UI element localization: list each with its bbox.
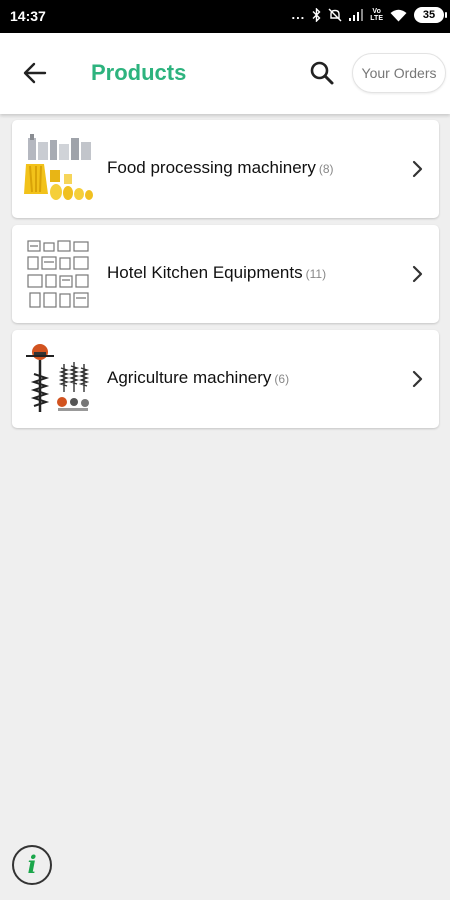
category-count: (8) xyxy=(318,162,334,176)
chevron-right-icon xyxy=(412,160,423,178)
food-machinery-thumbnail xyxy=(24,134,93,200)
category-card-food-processing[interactable]: Food processing machinery (8) xyxy=(12,120,439,218)
status-bar: 14:37 ... Vo LTE 35 xyxy=(0,0,450,33)
kitchen-equipment-thumbnail xyxy=(27,240,89,308)
your-orders-button[interactable]: Your Orders xyxy=(352,53,446,93)
battery-icon: 35 xyxy=(414,7,447,23)
notification-dots-icon: ... xyxy=(291,7,306,22)
category-name: Food processing machinery xyxy=(107,158,316,177)
agriculture-machinery-thumbnail xyxy=(26,344,90,412)
category-name: Hotel Kitchen Equipments xyxy=(107,263,303,282)
chevron-right-icon xyxy=(412,370,423,388)
wifi-icon xyxy=(390,9,407,22)
back-arrow-icon xyxy=(23,62,47,84)
category-name: Agriculture machinery xyxy=(107,368,272,387)
category-label: Food processing machinery (8) xyxy=(107,158,334,178)
info-button[interactable]: i xyxy=(12,845,52,885)
status-icons: ... Vo LTE 35 xyxy=(291,7,447,23)
search-button[interactable] xyxy=(307,58,337,88)
category-count: (6) xyxy=(274,372,290,386)
back-button[interactable] xyxy=(20,58,50,88)
category-label: Agriculture machinery (6) xyxy=(107,368,289,388)
battery-level: 35 xyxy=(422,9,436,21)
category-card-hotel-kitchen[interactable]: Hotel Kitchen Equipments (11) xyxy=(12,225,439,323)
info-icon: i xyxy=(27,850,37,879)
cell-signal-icon xyxy=(349,9,364,21)
app-bar: Products Your Orders xyxy=(0,33,450,114)
status-time: 14:37 xyxy=(10,8,46,24)
category-count: (11) xyxy=(305,267,327,281)
category-list: Food processing machinery (8) Hotel Kitc… xyxy=(12,120,439,435)
search-icon xyxy=(310,61,334,85)
category-label: Hotel Kitchen Equipments (11) xyxy=(107,263,326,283)
page-title: Products xyxy=(91,60,187,85)
volte-icon: Vo LTE xyxy=(370,8,383,22)
category-card-agriculture[interactable]: Agriculture machinery (6) xyxy=(12,330,439,428)
do-not-disturb-icon xyxy=(328,8,342,22)
chevron-right-icon xyxy=(412,265,423,283)
bluetooth-icon xyxy=(312,8,321,22)
